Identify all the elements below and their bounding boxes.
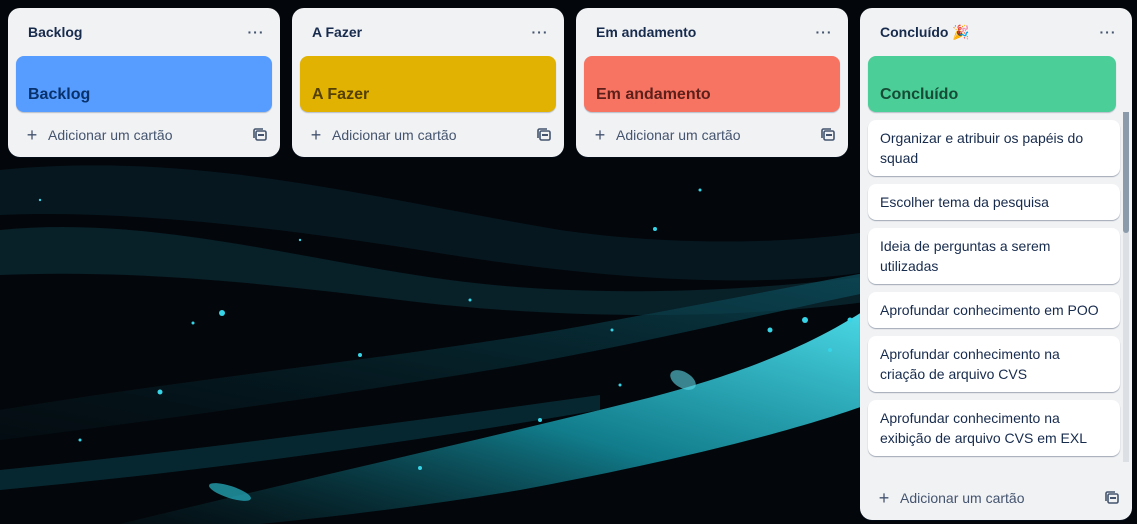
add-card-label: Adicionar um cartão xyxy=(332,127,457,143)
ellipsis-icon[interactable]: ··· xyxy=(1096,20,1120,44)
ellipsis-icon[interactable]: ··· xyxy=(244,20,268,44)
card-list: Organizar e atribuir os papéis do squad E… xyxy=(860,112,1132,462)
card-template-icon[interactable] xyxy=(1104,490,1120,506)
list-title[interactable]: Concluído 🎉 xyxy=(880,24,970,41)
cover-card[interactable]: Backlog xyxy=(16,56,272,112)
add-card-label: Adicionar um cartão xyxy=(616,127,741,143)
list-a-fazer: A Fazer ··· A Fazer + Adicionar um cartã… xyxy=(292,8,564,157)
plus-icon: + xyxy=(310,125,322,145)
list-em-andamento: Em andamento ··· Em andamento + Adiciona… xyxy=(576,8,848,157)
list-concluido: Concluído 🎉 ··· Concluído Organizar e at… xyxy=(860,8,1132,520)
add-card-row: + Adicionar um cartão xyxy=(8,115,280,155)
add-card-row: + Adicionar um cartão xyxy=(860,478,1132,518)
list-title[interactable]: Em andamento xyxy=(596,24,696,40)
scrollbar-thumb[interactable] xyxy=(1123,112,1129,233)
list-header: Em andamento ··· xyxy=(576,8,848,56)
card-template-icon[interactable] xyxy=(536,127,552,143)
add-card-button[interactable]: + Adicionar um cartão xyxy=(592,126,741,144)
list-title-text: Concluído xyxy=(880,23,949,40)
card[interactable]: Escolher tema da pesquisa xyxy=(868,184,1120,220)
add-card-label: Adicionar um cartão xyxy=(900,490,1025,506)
card[interactable]: Aprofundar conhecimento em POO xyxy=(868,292,1120,328)
card-template-icon[interactable] xyxy=(820,127,836,143)
add-card-button[interactable]: + Adicionar um cartão xyxy=(24,126,173,144)
list-header: Backlog ··· xyxy=(8,8,280,56)
plus-icon: + xyxy=(26,125,38,145)
add-card-label: Adicionar um cartão xyxy=(48,127,173,143)
plus-icon: + xyxy=(878,488,890,508)
party-popper-icon: 🎉 xyxy=(952,23,970,40)
list-header: Concluído 🎉 ··· xyxy=(860,8,1132,56)
cover-card-label: Em andamento xyxy=(596,86,711,103)
card-template-icon[interactable] xyxy=(252,127,268,143)
cover-card-label: Backlog xyxy=(28,86,91,103)
cover-card-label: Concluído xyxy=(880,86,959,103)
cover-card-label: A Fazer xyxy=(312,86,370,103)
cover-card[interactable]: Concluído xyxy=(868,56,1116,112)
list-scrollbar[interactable] xyxy=(1123,112,1129,462)
add-card-row: + Adicionar um cartão xyxy=(576,115,848,155)
card[interactable]: Aprofundar conhecimento na exibição de a… xyxy=(868,400,1120,456)
list-header: A Fazer ··· xyxy=(292,8,564,56)
cover-card[interactable]: A Fazer xyxy=(300,56,556,112)
ellipsis-icon[interactable]: ··· xyxy=(528,20,552,44)
list-title[interactable]: Backlog xyxy=(28,24,82,40)
list-title[interactable]: A Fazer xyxy=(312,24,362,40)
add-card-row: + Adicionar um cartão xyxy=(292,115,564,155)
card[interactable]: Ideia de perguntas a serem utilizadas xyxy=(868,228,1120,284)
add-card-button[interactable]: + Adicionar um cartão xyxy=(876,489,1025,507)
plus-icon: + xyxy=(594,125,606,145)
list-backlog: Backlog ··· Backlog + Adicionar um cartã… xyxy=(8,8,280,157)
add-card-button[interactable]: + Adicionar um cartão xyxy=(308,126,457,144)
cover-card[interactable]: Em andamento xyxy=(584,56,840,112)
card[interactable]: Organizar e atribuir os papéis do squad xyxy=(868,120,1120,176)
card[interactable]: Aprofundar conhecimento na criação de ar… xyxy=(868,336,1120,392)
ellipsis-icon[interactable]: ··· xyxy=(812,20,836,44)
